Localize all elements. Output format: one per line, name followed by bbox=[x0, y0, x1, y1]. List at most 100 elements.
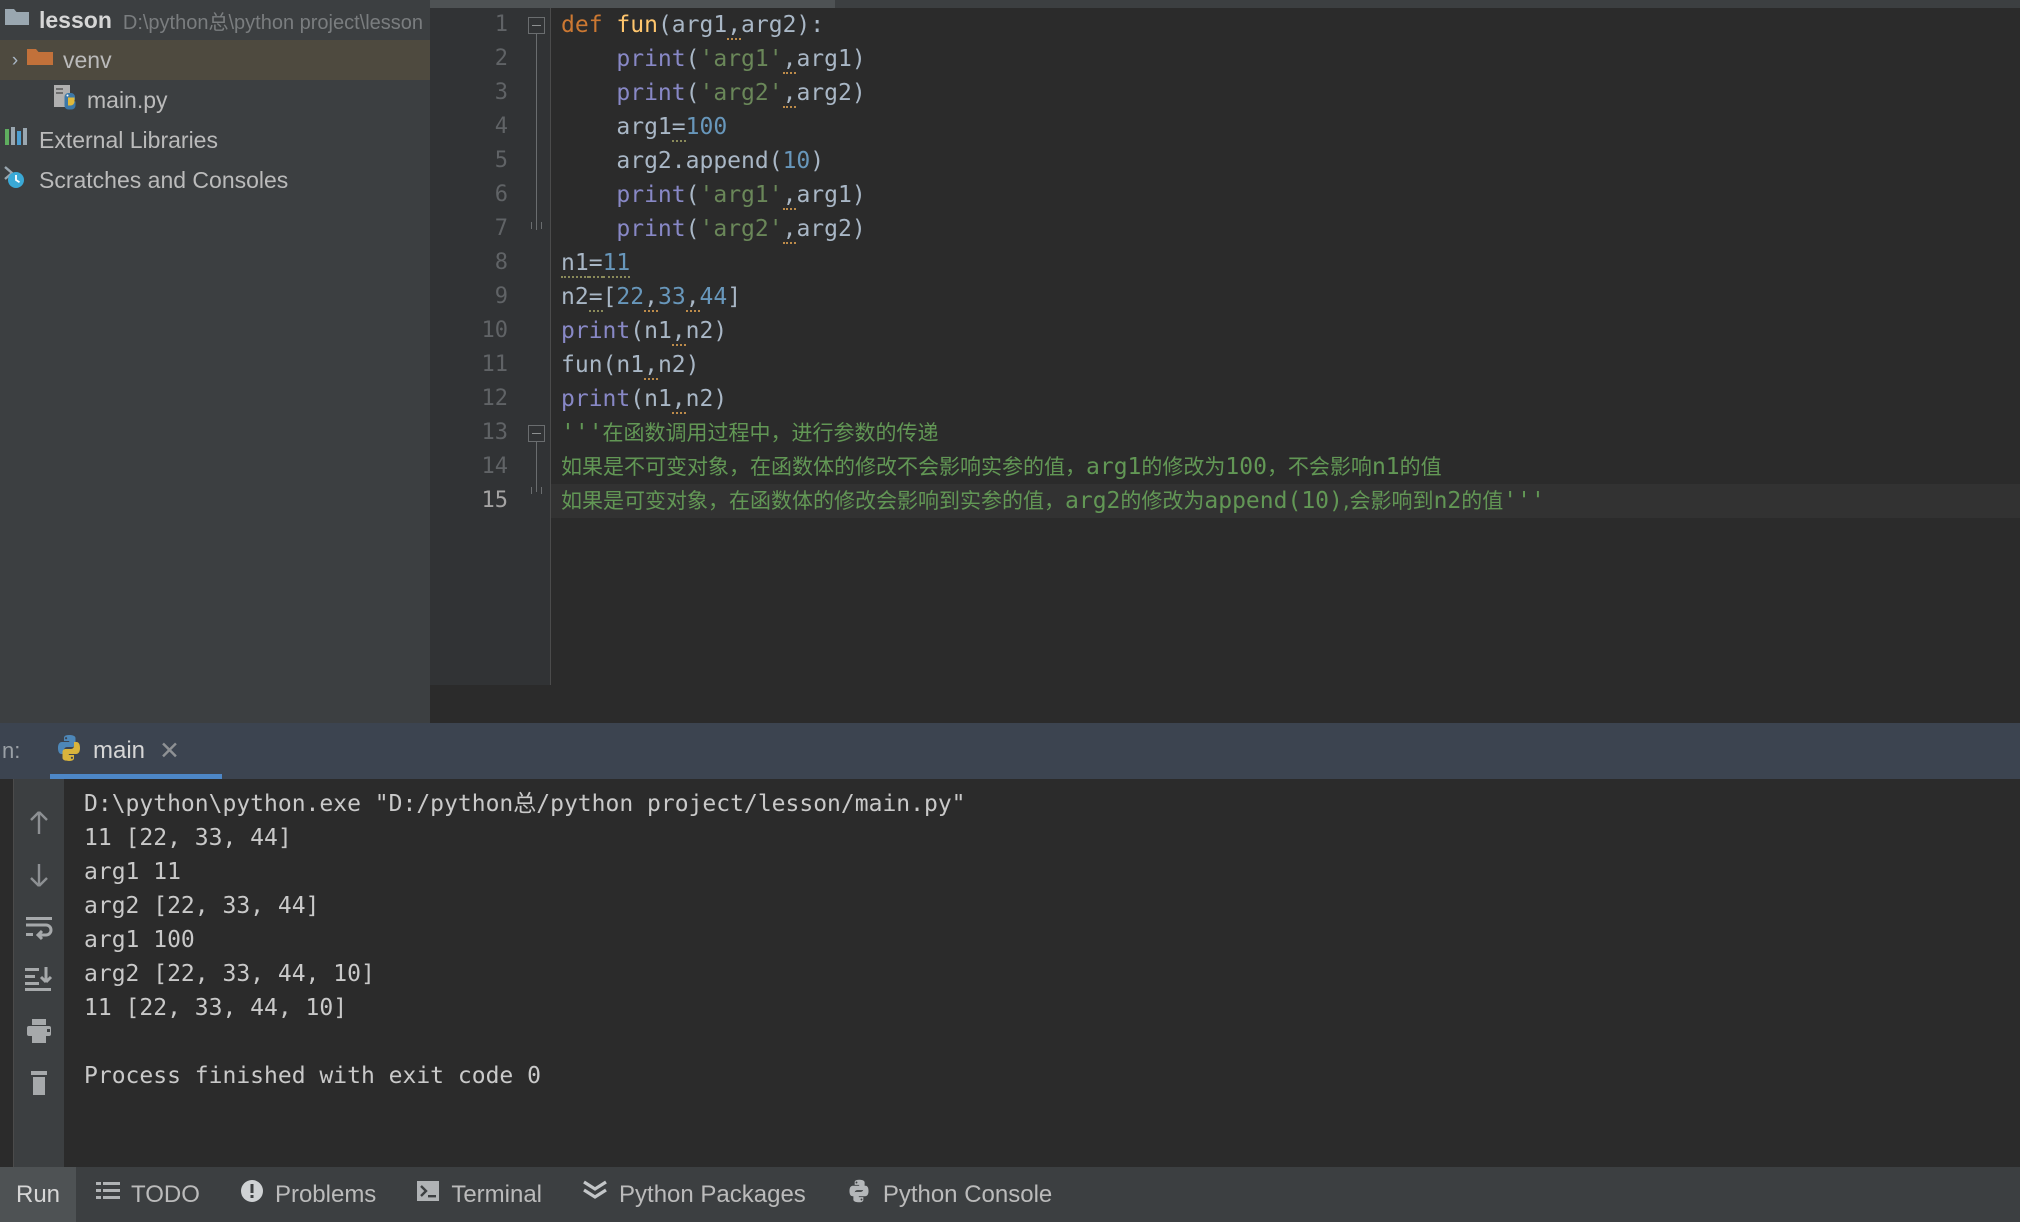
sidebar-item-venv[interactable]: › venv bbox=[0, 40, 430, 80]
chevron-right-icon[interactable]: › bbox=[4, 51, 26, 70]
line-number: 15 bbox=[481, 488, 509, 513]
status-item-todo[interactable]: TODO bbox=[76, 1167, 220, 1222]
print-icon[interactable] bbox=[19, 1005, 59, 1057]
code-area[interactable]: 1 2 3 4 5 6 7 8 9 10 11 12 13 14 15 def fun(arg1,arg2)… bbox=[430, 8, 2020, 685]
code-token: , bbox=[644, 352, 658, 380]
sidebar-item-external-libraries[interactable]: External Libraries bbox=[0, 120, 430, 160]
code-text-area[interactable]: def fun(arg1,arg2): print('arg1',arg1) p… bbox=[550, 8, 2020, 685]
code-line[interactable]: print('arg2',arg2) bbox=[551, 212, 2020, 246]
code-folding-bar[interactable] bbox=[522, 8, 550, 685]
run-tab-label: main bbox=[93, 737, 146, 764]
fold-region-line bbox=[536, 34, 537, 230]
run-panel-prefix: n: bbox=[2, 738, 21, 763]
code-line[interactable]: fun(n1,n2) bbox=[551, 348, 2020, 382]
sidebar-item-main-py[interactable]: main.py bbox=[0, 80, 430, 120]
soft-wrap-icon[interactable] bbox=[19, 901, 59, 953]
up-arrow-icon[interactable] bbox=[19, 797, 59, 849]
code-line[interactable]: print(n1,n2) bbox=[551, 314, 2020, 348]
code-token: , bbox=[782, 46, 797, 74]
code-line[interactable]: print(n1,n2) bbox=[551, 382, 2020, 416]
code-token: ''' bbox=[1503, 488, 1545, 514]
console-line: 11 [22, 33, 44] bbox=[84, 825, 292, 851]
fold-marker-def[interactable] bbox=[528, 17, 545, 34]
code-token: print bbox=[616, 46, 686, 72]
code-line[interactable]: print('arg2',arg2) bbox=[551, 76, 2020, 110]
code-token: ( bbox=[685, 46, 700, 72]
fold-marker-docstring[interactable] bbox=[528, 425, 545, 442]
code-token: 'arg1' bbox=[699, 182, 783, 208]
scroll-to-end-icon[interactable] bbox=[19, 953, 59, 1005]
code-token: , bbox=[685, 284, 700, 312]
code-line[interactable]: n2=[22,33,44] bbox=[551, 280, 2020, 314]
sidebar-item-label: venv bbox=[63, 46, 112, 73]
code-token: ( bbox=[685, 182, 700, 208]
code-token: def bbox=[561, 12, 617, 38]
code-line[interactable]: n1=11 bbox=[551, 246, 2020, 280]
code-token: 10 bbox=[782, 148, 811, 174]
status-item-python-console[interactable]: Python Console bbox=[826, 1167, 1072, 1222]
project-root-row[interactable]: lesson D:\python总\python project\lesson bbox=[0, 0, 430, 40]
close-icon[interactable]: ✕ bbox=[159, 736, 180, 766]
python-icon bbox=[54, 733, 84, 770]
console-line: arg2 [22, 33, 44] bbox=[84, 893, 320, 919]
code-line[interactable]: '''在函数调用过程中，进行参数的传递 bbox=[551, 416, 2020, 450]
code-line[interactable]: arg2.append(10) bbox=[551, 144, 2020, 178]
console-line: D:\python\python.exe "D:/python总/python … bbox=[84, 791, 966, 817]
down-arrow-icon[interactable] bbox=[19, 849, 59, 901]
editor-active-tab[interactable] bbox=[430, 0, 835, 8]
status-item-python-packages[interactable]: Python Packages bbox=[562, 1167, 826, 1222]
console-line: arg1 11 bbox=[84, 859, 181, 885]
run-left-border bbox=[0, 779, 14, 1167]
code-token: = bbox=[671, 114, 686, 142]
sidebar-item-label: Scratches and Consoles bbox=[39, 166, 289, 193]
code-token: arg1) bbox=[796, 46, 866, 72]
run-configuration-tab[interactable]: main ✕ bbox=[28, 723, 222, 779]
libraries-icon bbox=[4, 126, 30, 154]
trash-icon[interactable] bbox=[19, 1057, 59, 1109]
code-token: 33 bbox=[657, 284, 686, 310]
code-line[interactable]: print('arg1',arg1) bbox=[551, 178, 2020, 212]
code-token: arg1 bbox=[1086, 454, 1142, 480]
project-tool-window: lesson D:\python总\python project\lesson … bbox=[0, 0, 430, 723]
code-token: , bbox=[671, 318, 686, 346]
status-item-terminal[interactable]: Terminal bbox=[396, 1167, 562, 1222]
console-line: Process finished with exit code 0 bbox=[84, 1063, 541, 1089]
code-token: n2) bbox=[685, 386, 728, 412]
code-token: arg2.append( bbox=[561, 148, 783, 174]
status-item-problems[interactable]: Problems bbox=[220, 1167, 396, 1222]
line-number: 10 bbox=[481, 318, 509, 343]
code-token: n2) bbox=[657, 352, 700, 378]
run-console-toolbar[interactable] bbox=[14, 779, 64, 1167]
project-root-name: lesson bbox=[39, 6, 112, 33]
code-line[interactable]: 如果是不可变对象，在函数体的修改不会影响实参的值，arg1的修改为100，不会影… bbox=[551, 450, 2020, 484]
todo-list-icon bbox=[96, 1180, 121, 1209]
editor-tab-strip bbox=[430, 0, 2020, 8]
code-token: n2 bbox=[561, 284, 589, 310]
code-line[interactable]: 如果是可变对象，在函数体的修改会影响到实参的值，arg2的修改为append(1… bbox=[551, 484, 2020, 518]
code-token: 100 bbox=[1225, 454, 1267, 480]
status-run-button[interactable]: Run bbox=[0, 1167, 77, 1222]
status-bar: Run TODO Problems Terminal Python Packag… bbox=[0, 1167, 2020, 1222]
line-number: 4 bbox=[494, 114, 508, 139]
code-line[interactable]: def fun(arg1,arg2): bbox=[551, 8, 2020, 42]
console-line: arg2 [22, 33, 44, 10] bbox=[84, 961, 375, 987]
folder-orange-icon bbox=[26, 46, 54, 74]
code-line[interactable]: print('arg1',arg1) bbox=[551, 42, 2020, 76]
code-token: ) bbox=[810, 148, 825, 174]
code-token: arg1) bbox=[796, 182, 866, 208]
line-number: 7 bbox=[494, 216, 508, 241]
code-token: , bbox=[727, 12, 742, 40]
code-token: fun bbox=[616, 12, 658, 38]
code-token: arg2) bbox=[796, 216, 866, 242]
line-number: 14 bbox=[481, 454, 509, 479]
code-token: 'arg1' bbox=[699, 46, 783, 72]
code-token: 如果是不可变对象，在函数体的修改不会影响实参的值， bbox=[561, 455, 1086, 479]
code-line[interactable]: arg1=100 bbox=[551, 110, 2020, 144]
run-console-output[interactable]: D:\python\python.exe "D:/python总/python … bbox=[64, 779, 2020, 1167]
sidebar-item-scratches-and-consoles[interactable]: Scratches and Consoles bbox=[0, 160, 430, 200]
code-token: arg2): bbox=[741, 12, 825, 38]
